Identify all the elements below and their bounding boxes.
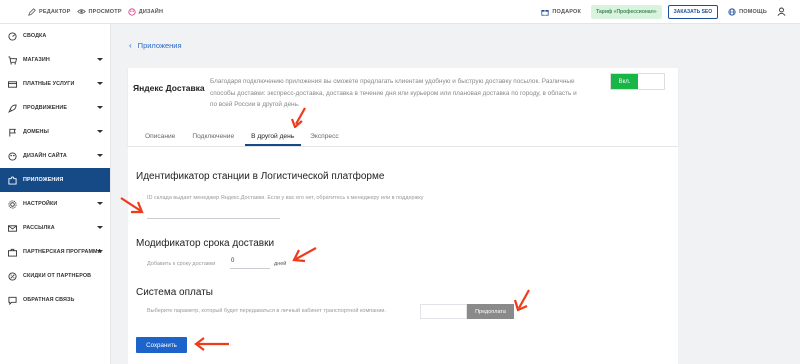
- help-label: ПОМОЩЬ: [739, 9, 767, 15]
- annotation-arrow-tab: [291, 107, 306, 128]
- sidebar-item-label: ПЛАТНЫЕ УСЛУГИ: [23, 81, 75, 87]
- tab-connection[interactable]: Подключение: [192, 126, 234, 146]
- modifier-label: Добавить к сроку доставки: [147, 261, 216, 267]
- payment-title: Система оплаты: [136, 287, 213, 298]
- editor-link[interactable]: РЕДАКТОР: [28, 7, 71, 16]
- preview-link[interactable]: ПРОСМОТР: [76, 8, 122, 15]
- tab-description[interactable]: Описание: [145, 126, 175, 146]
- app-description: Благодаря подключению приложения вы смож…: [210, 78, 577, 108]
- sidebar-item-mailing[interactable]: РАССЫЛКА: [0, 216, 110, 240]
- tab-another-day[interactable]: В другой день: [245, 126, 302, 146]
- gear-icon: [7, 199, 17, 209]
- sidebar-item-apps[interactable]: ПРИЛОЖЕНИЯ: [0, 168, 110, 192]
- annotation-arrow-station: [120, 197, 144, 214]
- cart-icon: [7, 55, 17, 65]
- gift-label: ПОДАРОК: [552, 9, 582, 15]
- gift-link[interactable]: ПОДАРОК: [541, 8, 581, 16]
- sidebar-item-label: НАСТРОЙКИ: [23, 201, 58, 207]
- gauge-icon: [7, 31, 17, 41]
- annotation-arrow-payment: [513, 289, 530, 312]
- sidebar-item-label: ПРИЛОЖЕНИЯ: [23, 177, 64, 183]
- editor-label: РЕДАКТОР: [39, 8, 71, 15]
- tab-express[interactable]: Экспресс: [310, 126, 339, 146]
- sidebar-item-label: СВОДКА: [23, 33, 47, 39]
- payment-select-empty[interactable]: [420, 304, 467, 319]
- pencil-icon: [28, 7, 36, 16]
- preview-label: ПРОСМОТР: [88, 8, 122, 15]
- chevron-left-icon: ‹: [129, 41, 132, 50]
- station-id-input[interactable]: [147, 209, 280, 219]
- modifier-title: Модификатор срока доставки: [136, 238, 275, 249]
- station-title: Идентификатор станции в Логистической пл…: [136, 171, 385, 182]
- sidebar-item-label: МАГАЗИН: [23, 57, 50, 63]
- chevron-down-icon[interactable]: [97, 130, 103, 133]
- sidebar-item-label: СКИДКИ ОТ ПАРТНЕРОВ: [23, 273, 92, 279]
- palette-icon: [7, 151, 17, 161]
- rocket-icon: [7, 103, 17, 113]
- chevron-down-icon[interactable]: [97, 202, 103, 205]
- sidebar-item-shop[interactable]: МАГАЗИН: [0, 48, 110, 72]
- top-bar: РЕДАКТОР ПРОСМОТР ДИЗАЙН ПОДАРОК Тариф «…: [0, 0, 800, 24]
- chevron-down-icon[interactable]: [97, 226, 103, 229]
- eye-icon: [76, 9, 86, 14]
- design-label: ДИЗАЙН: [138, 8, 164, 15]
- delivery-days-input[interactable]: 0: [230, 258, 270, 269]
- payment-hint: Выберите параметр, который будет передав…: [147, 308, 387, 314]
- tabs: Описание Подключение В другой день Экспр…: [133, 126, 356, 146]
- sidebar-item-label: ДОМЕНЫ: [23, 129, 49, 135]
- puzzle-icon: [7, 175, 17, 185]
- sidebar-item-paid-services[interactable]: ПЛАТНЫЕ УСЛУГИ: [0, 72, 110, 96]
- sidebar-item-settings[interactable]: НАСТРОЙКИ: [0, 192, 110, 216]
- main-content: ‹ Приложения Яндекс Доставка Благодаря п…: [111, 24, 800, 364]
- sidebar-item-partner-program[interactable]: ПАРТНЕРСКАЯ ПРОГРАММА: [0, 240, 110, 264]
- help-link[interactable]: ПОМОЩЬ: [728, 8, 767, 16]
- sidebar-item-domains[interactable]: ДОМЕНЫ: [0, 120, 110, 144]
- globe-icon: [728, 8, 736, 16]
- settings-panel: Идентификатор станции в Логистической пл…: [128, 147, 678, 364]
- user-menu[interactable]: [777, 3, 786, 21]
- design-link[interactable]: ДИЗАЙН: [128, 7, 164, 16]
- sidebar-item-site-design[interactable]: ДИЗАЙН САЙТА: [0, 144, 110, 168]
- chevron-down-icon[interactable]: [97, 154, 103, 157]
- chevron-down-icon[interactable]: [97, 82, 103, 85]
- payment-option-prepay[interactable]: Предоплата: [467, 304, 514, 319]
- sidebar-item-summary[interactable]: СВОДКА: [0, 24, 110, 48]
- flag-icon: [7, 127, 17, 137]
- sidebar-item-label: ПРОДВИЖЕНИЕ: [23, 105, 68, 111]
- save-button[interactable]: Сохранить: [136, 337, 187, 353]
- sidebar-item-label: РАССЫЛКА: [23, 225, 55, 231]
- discount-icon: [7, 271, 17, 281]
- gift-icon: [541, 10, 549, 16]
- app-card: Яндекс Доставка Благодаря подключению пр…: [128, 68, 678, 146]
- tariff-badge[interactable]: Тариф «Профессионал»: [591, 5, 662, 19]
- partners-icon: [7, 247, 17, 257]
- back-to-apps-link[interactable]: ‹ Приложения: [129, 41, 182, 50]
- sidebar-item-feedback[interactable]: ОБРАТНАЯ СВЯЗЬ: [0, 288, 110, 312]
- sidebar-item-partner-discounts[interactable]: СКИДКИ ОТ ПАРТНЕРОВ: [0, 264, 110, 288]
- order-seo-button[interactable]: ЗАКАЗАТЬ SEO: [667, 5, 719, 19]
- sidebar: СВОДКА МАГАЗИН ПЛАТНЫЕ УСЛУГИ ПРОДВИЖЕНИ…: [0, 24, 111, 364]
- station-hint: ID склада выдает менеджер Яндекс.Доставк…: [147, 195, 424, 201]
- envelope-icon: [7, 223, 17, 233]
- back-label: Приложения: [137, 41, 182, 50]
- annotation-arrow-modifier: [292, 247, 317, 263]
- chevron-down-icon[interactable]: [97, 250, 103, 253]
- sidebar-item-promotion[interactable]: ПРОДВИЖЕНИЕ: [0, 96, 110, 120]
- chevron-down-icon[interactable]: [97, 58, 103, 61]
- palette-icon: [128, 7, 136, 16]
- app-toggle[interactable]: Вкл.: [610, 73, 665, 90]
- sidebar-item-label: ПАРТНЕРСКАЯ ПРОГРАММА: [23, 249, 102, 255]
- toggle-on-label: Вкл.: [611, 74, 638, 89]
- annotation-arrow-save: [194, 337, 229, 351]
- chevron-down-icon[interactable]: [97, 106, 103, 109]
- app-logo: Яндекс Доставка: [133, 83, 205, 93]
- days-unit: дней: [274, 261, 287, 267]
- sidebar-item-label: ОБРАТНАЯ СВЯЗЬ: [23, 297, 75, 303]
- card-icon: [7, 79, 17, 89]
- chat-icon: [7, 295, 17, 305]
- user-icon: [777, 7, 786, 16]
- sidebar-item-label: ДИЗАЙН САЙТА: [23, 153, 67, 159]
